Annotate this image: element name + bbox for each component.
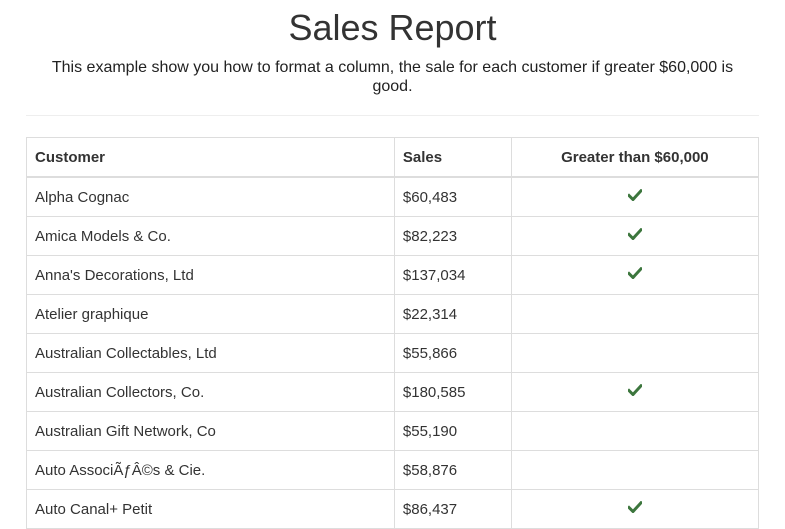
cell-greater-than <box>510 176 760 217</box>
cell-greater-than <box>510 333 760 373</box>
cell-greater-than <box>510 255 760 295</box>
cell-greater-than <box>510 216 760 256</box>
table-body: Alpha Cognac $60,483 Amica Models & Co. $82… <box>26 176 760 529</box>
table-row: Australian Gift Network, Co $55,190 <box>26 411 760 451</box>
cell-sales: $137,034 <box>393 255 512 295</box>
cell-sales: $82,223 <box>393 216 512 256</box>
cell-greater-than <box>510 372 760 412</box>
cell-greater-than <box>510 489 760 529</box>
cell-sales: $180,585 <box>393 372 512 412</box>
cell-greater-than <box>510 411 760 451</box>
check-icon <box>627 188 642 201</box>
cell-sales: $60,483 <box>393 176 512 217</box>
cell-sales: $55,190 <box>393 411 512 451</box>
page-subtitle: This example show you how to format a co… <box>51 59 734 95</box>
cell-sales: $58,876 <box>393 450 512 490</box>
header-greater-than[interactable]: Greater than $60,000 <box>510 137 760 178</box>
cell-customer: Anna's Decorations, Ltd <box>26 255 395 295</box>
cell-customer: Australian Gift Network, Co <box>26 411 395 451</box>
page-title: Sales Report <box>288 7 497 48</box>
cell-greater-than <box>510 450 760 490</box>
check-icon <box>627 500 642 513</box>
cell-sales: $86,437 <box>393 489 512 529</box>
check-icon <box>627 227 642 240</box>
table-row: Amica Models & Co. $82,223 <box>26 216 760 256</box>
sales-table: Customer Sales Greater than $60,000 Alph… <box>26 137 760 529</box>
cell-sales: $55,866 <box>393 333 512 373</box>
table-row: Alpha Cognac $60,483 <box>26 176 760 217</box>
cell-customer: Alpha Cognac <box>26 176 395 217</box>
header-customer[interactable]: Customer <box>26 137 395 178</box>
cell-customer: Australian Collectors, Co. <box>26 372 395 412</box>
table-row: Auto AssociÃƒÂ©s & Cie. $58,876 <box>26 450 760 490</box>
header-sales[interactable]: Sales <box>393 137 512 178</box>
cell-customer: Australian Collectables, Ltd <box>26 333 395 373</box>
table-row: Anna's Decorations, Ltd $137,034 <box>26 255 760 295</box>
divider <box>26 115 759 116</box>
table-header-row: Customer Sales Greater than $60,000 <box>26 137 760 178</box>
cell-customer: Amica Models & Co. <box>26 216 395 256</box>
cell-customer: Atelier graphique <box>26 294 395 334</box>
cell-sales: $22,314 <box>393 294 512 334</box>
check-icon <box>627 266 642 279</box>
table-row: Auto Canal+ Petit $86,437 <box>26 489 760 529</box>
cell-customer: Auto Canal+ Petit <box>26 489 395 529</box>
table-row: Australian Collectors, Co. $180,585 <box>26 372 760 412</box>
cell-customer: Auto AssociÃƒÂ©s & Cie. <box>26 450 395 490</box>
table-row: Atelier graphique $22,314 <box>26 294 760 334</box>
table-row: Australian Collectables, Ltd $55,866 <box>26 333 760 373</box>
cell-greater-than <box>510 294 760 334</box>
check-icon <box>627 383 642 396</box>
